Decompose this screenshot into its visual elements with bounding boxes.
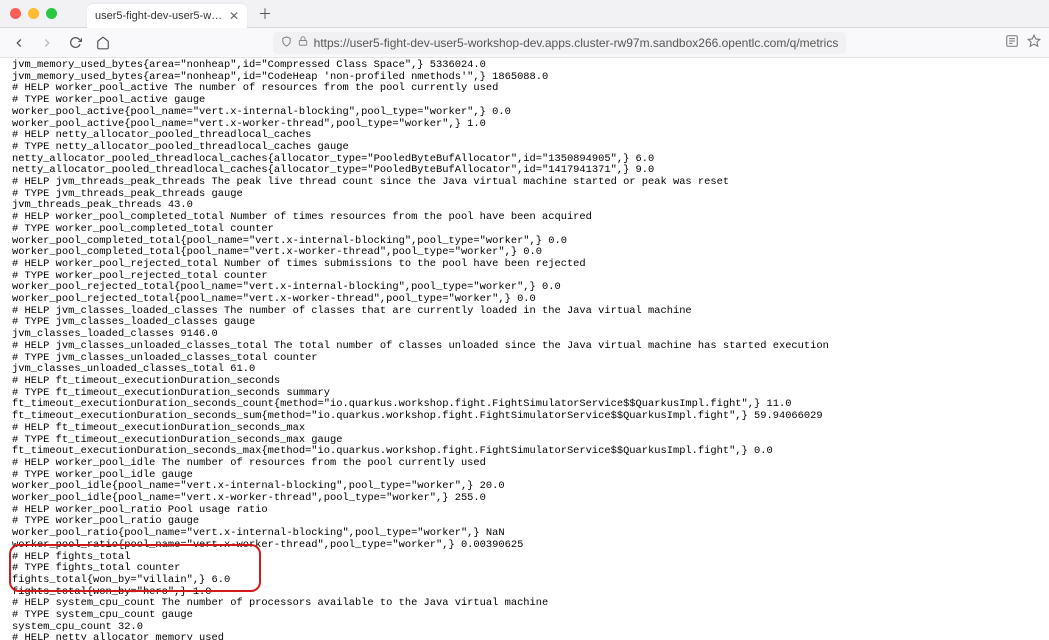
home-button[interactable] [92, 32, 114, 54]
close-window-button[interactable] [10, 8, 21, 19]
bookmark-icon[interactable] [1027, 34, 1041, 51]
reader-mode-icon[interactable] [1005, 34, 1019, 51]
browser-tab[interactable]: user5-fight-dev-user5-workshop-d ✕ [87, 4, 247, 28]
metrics-text-content: jvm_memory_used_bytes{area="nonheap",id=… [0, 58, 1049, 640]
lock-icon [298, 36, 308, 49]
zoom-window-button[interactable] [46, 8, 57, 19]
window-controls [10, 8, 57, 19]
browser-toolbar: https://user5-fight-dev-user5-workshop-d… [0, 28, 1049, 58]
close-tab-icon[interactable]: ✕ [229, 9, 239, 23]
address-bar[interactable]: https://user5-fight-dev-user5-workshop-d… [273, 32, 847, 54]
back-button[interactable] [8, 32, 30, 54]
shield-icon [281, 36, 292, 50]
reload-button[interactable] [64, 32, 86, 54]
minimize-window-button[interactable] [28, 8, 39, 19]
tab-strip: user5-fight-dev-user5-workshop-d ✕ ＋ [0, 0, 1049, 28]
forward-button[interactable] [36, 32, 58, 54]
new-tab-button[interactable]: ＋ [255, 4, 275, 24]
url-text: https://user5-fight-dev-user5-workshop-d… [314, 36, 839, 50]
tab-title: user5-fight-dev-user5-workshop-d [95, 10, 225, 22]
